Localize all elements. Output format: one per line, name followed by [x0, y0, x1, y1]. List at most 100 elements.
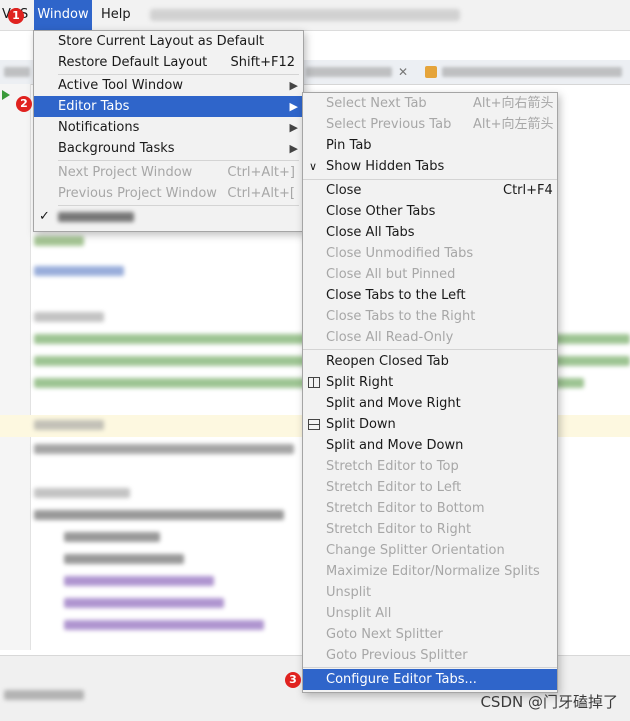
menu-help[interactable]: Help [97, 0, 135, 30]
menu-item-label: Close All but Pinned [326, 267, 456, 282]
menu-item-label: Unsplit All [326, 606, 392, 621]
menu-item-label: Reopen Closed Tab [326, 354, 449, 369]
shortcut-label: Alt+向右箭头 [473, 96, 554, 111]
code-line-blurred [34, 312, 104, 322]
menu-item-label: Background Tasks [58, 141, 175, 156]
menu-item-label: Stretch Editor to Top [326, 459, 459, 474]
status-blurred [4, 690, 84, 700]
menu-item-label: Split Down [326, 417, 396, 432]
code-line-blurred [34, 510, 284, 520]
menu-item-label: Select Previous Tab [326, 117, 452, 132]
submenu-arrow-icon: ▶ [289, 100, 298, 113]
menu-item-split-move-down[interactable]: Split and Move Down [303, 435, 557, 456]
code-line-blurred [64, 532, 160, 542]
menu-item-label: Unsplit [326, 585, 372, 600]
menu-item-label: Restore Default Layout [58, 55, 208, 70]
menu-item-close-tabs-left[interactable]: Close Tabs to the Left [303, 285, 557, 306]
code-line-blurred [34, 488, 130, 498]
menu-item-label: Configure Editor Tabs... [326, 672, 477, 687]
watermark: CSDN @门牙磕掉了 [480, 693, 618, 711]
tab-blurred [306, 67, 392, 77]
menu-item-label: Change Splitter Orientation [326, 543, 505, 558]
menu-item-close-all-read-only[interactable]: Close All Read-Only [303, 327, 557, 348]
menu-item-split-right[interactable]: Split Right [303, 372, 557, 393]
menu-item-unsplit-all[interactable]: Unsplit All [303, 603, 557, 624]
code-line-blurred [34, 236, 84, 246]
menu-item-close-all-but-pinned[interactable]: Close All but Pinned [303, 264, 557, 285]
menu-item-unsplit[interactable]: Unsplit [303, 582, 557, 603]
tab-blurred [442, 67, 622, 77]
menu-item-reopen-closed-tab[interactable]: Reopen Closed Tab [303, 351, 557, 372]
run-icon[interactable] [2, 90, 10, 100]
code-line-blurred [64, 620, 264, 630]
split-vertical-icon [308, 377, 320, 388]
menu-item-label: Close Tabs to the Left [326, 288, 466, 303]
menu-item-stretch-left[interactable]: Stretch Editor to Left [303, 477, 557, 498]
menu-item-stretch-right[interactable]: Stretch Editor to Right [303, 519, 557, 540]
code-line-blurred [34, 444, 294, 454]
menu-item-close-other-tabs[interactable]: Close Other Tabs [303, 201, 557, 222]
menu-item-label: Stretch Editor to Left [326, 480, 462, 495]
menu-item-label: Show Hidden Tabs [326, 159, 445, 174]
menu-item-close-unmodified-tabs[interactable]: Close Unmodified Tabs [303, 243, 557, 264]
menu-item-show-hidden-tabs[interactable]: ∨ Show Hidden Tabs [303, 156, 557, 177]
java-file-icon [425, 66, 437, 78]
menu-item-label: Split and Move Down [326, 438, 464, 453]
chevron-down-icon: ∨ [309, 160, 318, 173]
code-line-blurred [34, 420, 104, 430]
check-icon: ✓ [39, 209, 50, 224]
menu-window[interactable]: Window [34, 0, 92, 30]
menu-item-notifications[interactable]: Notifications ▶ [34, 117, 303, 138]
menu-item-stretch-top[interactable]: Stretch Editor to Top [303, 456, 557, 477]
step-badge-3: 3 [285, 672, 301, 688]
menu-item-select-previous-tab[interactable]: Select Previous Tab Alt+向左箭头 [303, 114, 557, 135]
menu-item-label: Stretch Editor to Bottom [326, 501, 485, 516]
menu-item-split-move-right[interactable]: Split and Move Right [303, 393, 557, 414]
menu-item-stretch-bottom[interactable]: Stretch Editor to Bottom [303, 498, 557, 519]
menu-item-label: Close All Tabs [326, 225, 415, 240]
menu-item-label: Close All Read-Only [326, 330, 454, 345]
menu-item-label: Close Unmodified Tabs [326, 246, 474, 261]
menu-item-split-down[interactable]: Split Down [303, 414, 557, 435]
menu-item-pin-tab[interactable]: Pin Tab [303, 135, 557, 156]
separator [58, 160, 299, 161]
submenu-arrow-icon: ▶ [289, 142, 298, 155]
shortcut-label: Shift+F12 [230, 55, 295, 70]
separator [303, 349, 557, 350]
shortcut-label: Ctrl+Alt+] [227, 165, 295, 180]
menu-item-editor-tabs[interactable]: Editor Tabs ▶ [34, 96, 303, 117]
menu-item-background-tasks[interactable]: Background Tasks ▶ [34, 138, 303, 159]
menu-item-label: Maximize Editor/Normalize Splits [326, 564, 540, 579]
menu-item-change-splitter-orientation[interactable]: Change Splitter Orientation [303, 540, 557, 561]
menu-item-restore-layout[interactable]: Restore Default Layout Shift+F12 [34, 52, 303, 73]
menu-item-close-tabs-right[interactable]: Close Tabs to the Right [303, 306, 557, 327]
menu-item-close[interactable]: Close Ctrl+F4 [303, 180, 557, 201]
menu-item-select-next-tab[interactable]: Select Next Tab Alt+向右箭头 [303, 93, 557, 114]
menu-item-configure-editor-tabs[interactable]: Configure Editor Tabs... [303, 669, 557, 690]
menu-item-maximize-editor[interactable]: Maximize Editor/Normalize Splits [303, 561, 557, 582]
submenu-arrow-icon: ▶ [289, 121, 298, 134]
tab-close-icon[interactable]: ✕ [398, 60, 408, 84]
menu-item-next-project-window[interactable]: Next Project Window Ctrl+Alt+] [34, 162, 303, 183]
code-line-blurred [34, 266, 124, 276]
menu-item-label: Active Tool Window [58, 78, 183, 93]
menu-item-label: Pin Tab [326, 138, 372, 153]
code-line-blurred [64, 554, 184, 564]
menu-item-current-project[interactable]: ✓ [34, 206, 303, 227]
menu-item-active-tool-window[interactable]: Active Tool Window ▶ [34, 75, 303, 96]
menu-item-label: Close Tabs to the Right [326, 309, 476, 324]
menu-item-goto-previous-splitter[interactable]: Goto Previous Splitter [303, 645, 557, 666]
code-line-blurred [64, 576, 214, 586]
code-line-blurred [64, 598, 224, 608]
project-name-blurred [58, 212, 134, 222]
shortcut-label: Ctrl+Alt+[ [227, 186, 295, 201]
menu-item-label: Close Other Tabs [326, 204, 436, 219]
menu-item-close-all-tabs[interactable]: Close All Tabs [303, 222, 557, 243]
menu-item-store-layout[interactable]: Store Current Layout as Default [34, 31, 303, 52]
menu-bar: VCS Window Help [0, 0, 630, 31]
step-badge-2: 2 [16, 96, 32, 112]
window-title-blurred [150, 9, 460, 21]
menu-item-goto-next-splitter[interactable]: Goto Next Splitter [303, 624, 557, 645]
menu-item-previous-project-window[interactable]: Previous Project Window Ctrl+Alt+[ [34, 183, 303, 204]
menu-item-label: Split and Move Right [326, 396, 461, 411]
